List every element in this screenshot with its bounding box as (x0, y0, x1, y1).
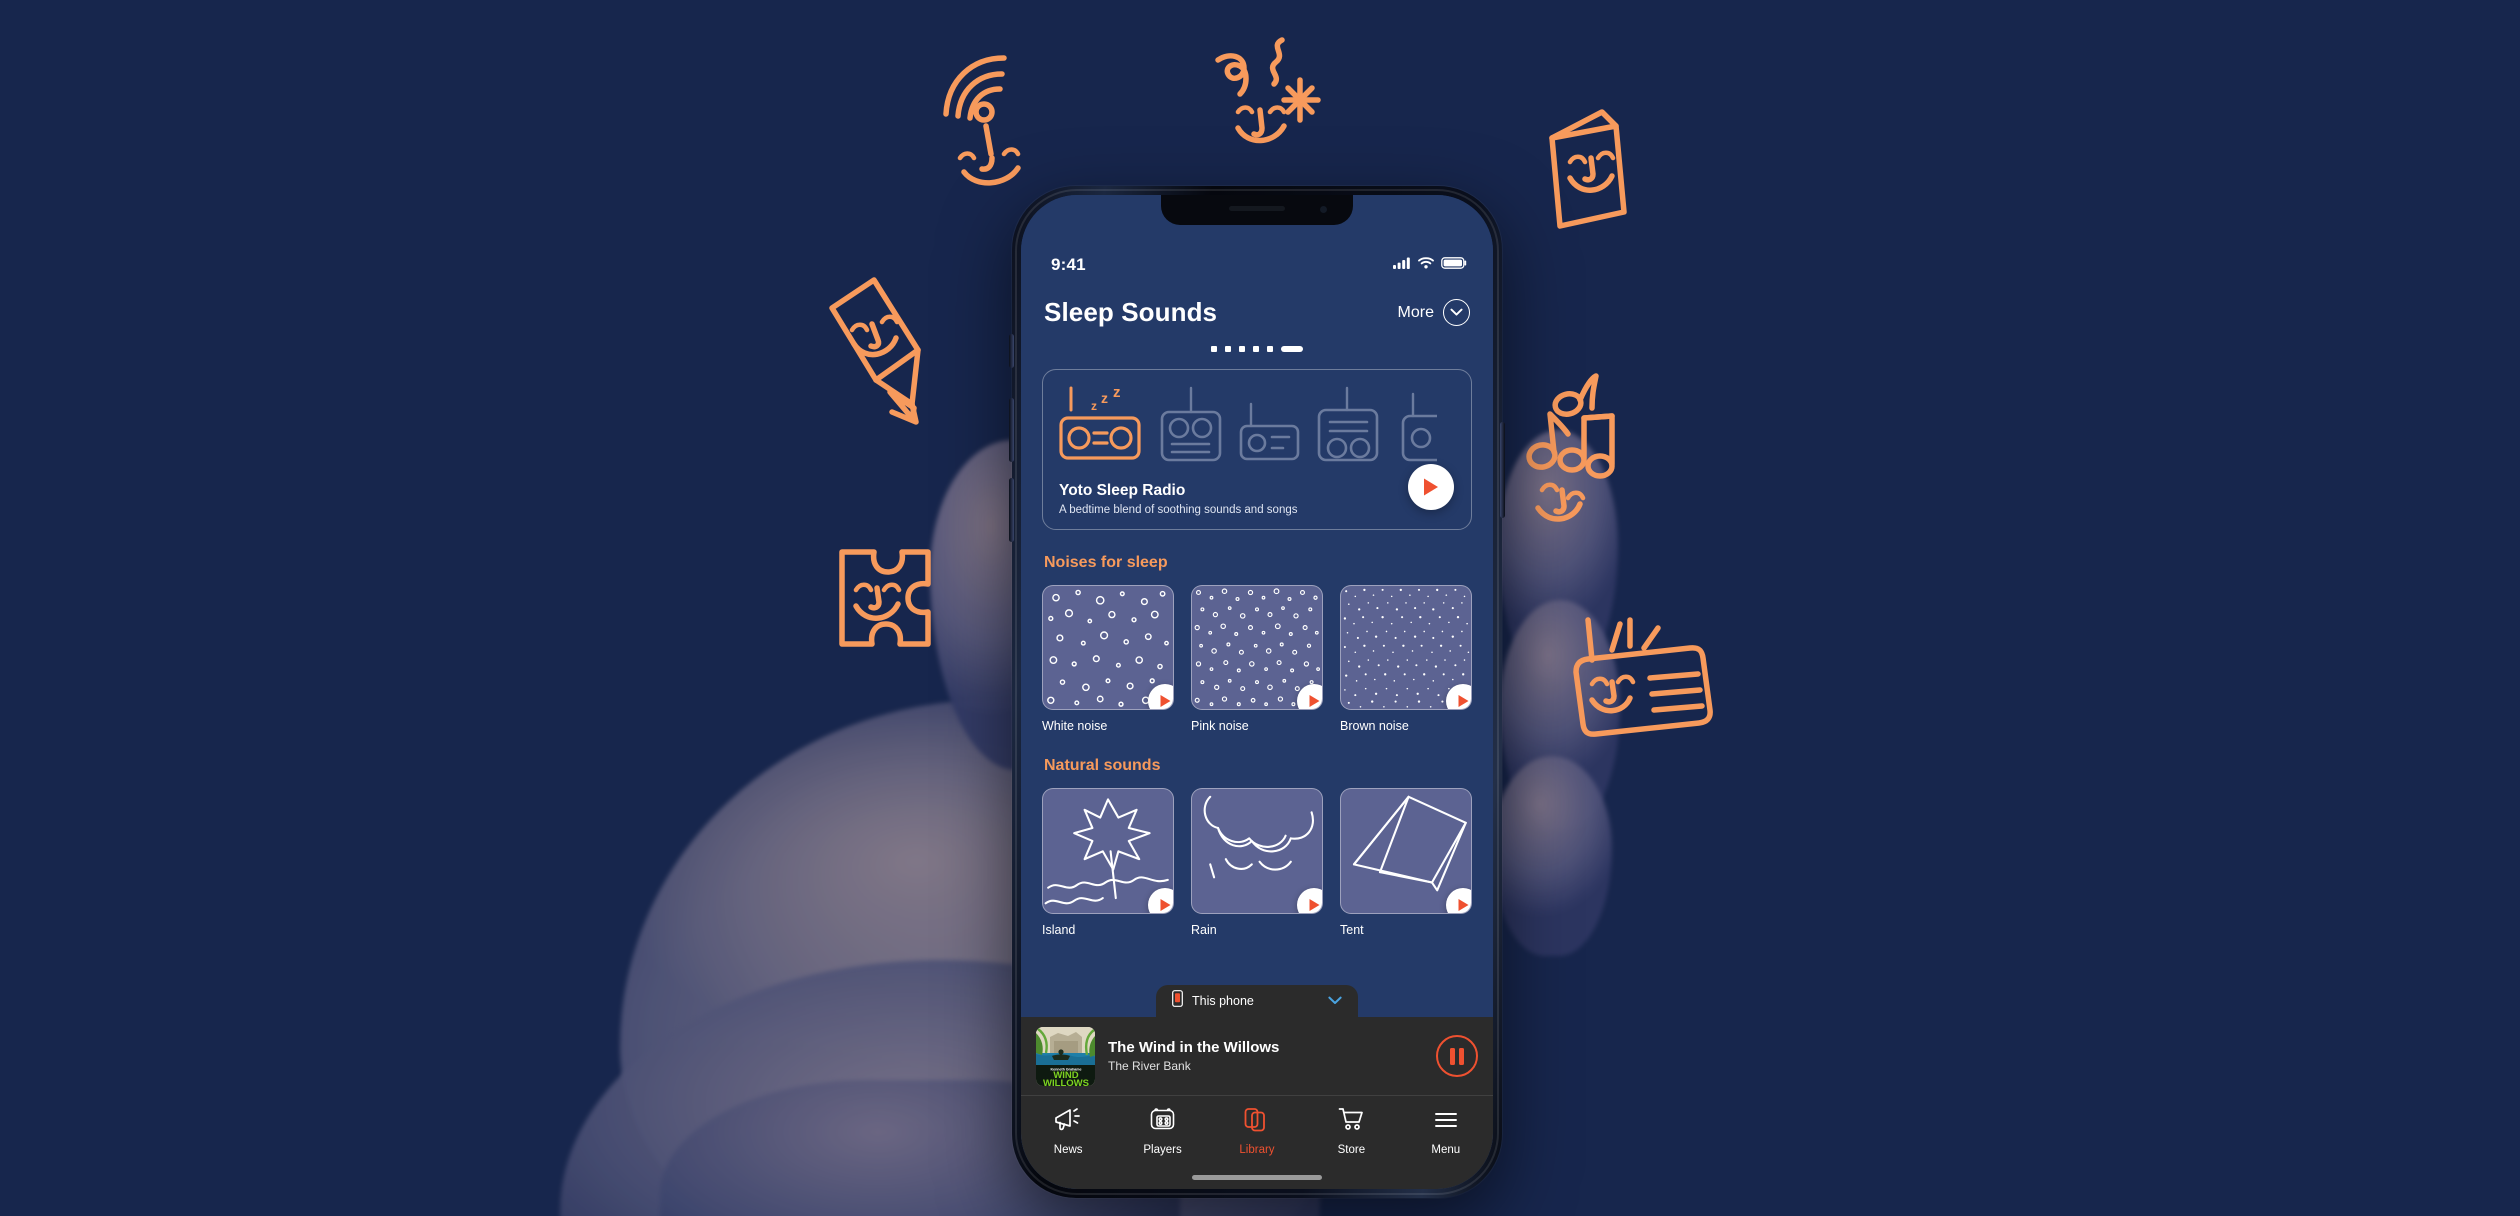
hamburger-menu-icon (1433, 1107, 1459, 1137)
play-icon (1458, 898, 1468, 911)
play-button[interactable] (1148, 684, 1173, 710)
noise-card-row: White noise Pink noise Brown noise (1042, 585, 1472, 733)
sound-card-label: Brown noise (1340, 719, 1409, 734)
now-playing-title: The Wind in the Willows (1108, 1039, 1280, 1056)
sound-card-label: Island (1042, 922, 1076, 937)
wifi-icon (1418, 256, 1434, 274)
sound-card-label: Pink noise (1191, 719, 1249, 734)
page-title: Sleep Sounds (1044, 297, 1218, 327)
tab-label: Menu (1431, 1144, 1461, 1156)
pagination-dots[interactable] (1042, 346, 1472, 352)
squiggle-sparkle-face-doodle (1200, 28, 1335, 153)
radio-illustration-active: z z z (1059, 386, 1141, 460)
play-button[interactable] (1297, 684, 1322, 710)
tab-players[interactable]: Players (1131, 1107, 1195, 1156)
svg-text:z: z (1113, 386, 1121, 401)
pause-button[interactable] (1436, 1035, 1478, 1077)
natural-card-row: Island Rain Tent (1042, 788, 1472, 937)
tab-store[interactable]: Store (1319, 1107, 1383, 1156)
status-bar: 9:41 (1021, 239, 1493, 283)
sound-card-tent[interactable]: Tent (1340, 788, 1472, 937)
cellular-signal-icon (1393, 256, 1411, 274)
page-dot[interactable] (1225, 346, 1231, 352)
page-dot[interactable] (1253, 346, 1259, 352)
chevron-down-icon (1443, 299, 1470, 326)
greeting-card-face-doodle (1540, 108, 1660, 243)
sound-card-label: Rain (1191, 922, 1217, 937)
play-icon (1160, 695, 1170, 708)
battery-icon (1441, 256, 1467, 274)
play-icon (1309, 898, 1319, 911)
album-cover: Kenneth Grahame WIND WILLOWS (1036, 1026, 1095, 1086)
section-heading-noises: Noises for sleep (1044, 554, 1168, 571)
shopping-cart-icon (1338, 1107, 1365, 1137)
phone-icon (1172, 990, 1183, 1012)
tab-label: Players (1143, 1144, 1182, 1156)
radio-waves-face-doodle (928, 36, 1058, 186)
featured-sleep-radio-card[interactable]: z z z Yoto Sleep Radio A bedtime blend o… (1042, 369, 1472, 530)
pause-icon (1450, 1047, 1455, 1065)
radio-illustration (1401, 392, 1437, 462)
now-playing-bar[interactable]: Kenneth Grahame WIND WILLOWS The Wind in… (1021, 1017, 1493, 1095)
page-dot[interactable] (1211, 346, 1217, 352)
yoto-player-icon (1149, 1107, 1176, 1137)
sleep-radio-illustration: z z z (1043, 382, 1471, 474)
cast-device-selector[interactable]: This phone (1156, 985, 1358, 1017)
sound-card-brown-noise[interactable]: Brown noise (1340, 585, 1472, 733)
play-icon (1309, 695, 1319, 708)
svg-text:z: z (1091, 399, 1097, 413)
play-button[interactable] (1446, 684, 1471, 710)
play-button[interactable] (1408, 464, 1454, 510)
chevron-down-icon (1328, 992, 1342, 1010)
sound-card-white-noise[interactable]: White noise (1042, 585, 1174, 733)
sound-card-label: White noise (1042, 719, 1108, 734)
sound-card-rain[interactable]: Rain (1191, 788, 1323, 937)
page-dot[interactable] (1239, 346, 1245, 352)
more-label: More (1397, 303, 1434, 321)
sound-card-label: Tent (1340, 922, 1364, 937)
svg-text:z: z (1101, 390, 1108, 406)
tab-label: News (1053, 1144, 1083, 1156)
feature-card-subtitle: A bedtime blend of soothing sounds and s… (1059, 504, 1298, 516)
tab-label: Store (1337, 1144, 1366, 1156)
cards-icon (1244, 1107, 1269, 1137)
music-notes-face-doodle (1512, 368, 1652, 538)
more-button[interactable]: More (1398, 299, 1470, 326)
phone-screen: 9:41 Sleep Sounds More z z z Yoto Sleep … (1021, 195, 1493, 1189)
page-dot[interactable] (1267, 346, 1273, 352)
home-indicator (1192, 1175, 1322, 1180)
sound-card-pink-noise[interactable]: Pink noise (1191, 585, 1323, 733)
radio-face-doodle (1568, 612, 1718, 752)
tab-menu[interactable]: Menu (1414, 1107, 1478, 1156)
pencil-face-doodle (820, 272, 935, 432)
sound-card-island[interactable]: Island (1042, 788, 1174, 937)
feature-card-title: Yoto Sleep Radio (1059, 482, 1186, 499)
play-icon (1160, 898, 1170, 911)
play-icon (1458, 695, 1468, 708)
tab-label: Library (1239, 1144, 1275, 1156)
radio-illustration (1239, 402, 1300, 461)
now-playing-subtitle: The River Bank (1108, 1059, 1191, 1073)
cast-device-label: This phone (1192, 994, 1254, 1008)
tab-library[interactable]: Library (1225, 1107, 1289, 1156)
megaphone-icon (1054, 1107, 1082, 1137)
phone-device: 9:41 Sleep Sounds More z z z Yoto Sleep … (1009, 186, 1505, 1198)
notch (1161, 195, 1353, 225)
svg-text:WILLOWS: WILLOWS (1043, 1078, 1089, 1086)
status-time: 9:41 (1051, 255, 1086, 274)
section-heading-natural: Natural sounds (1044, 757, 1161, 775)
screenshot-canvas: 9:41 Sleep Sounds More z z z Yoto Sleep … (0, 0, 2520, 1216)
radio-illustration (1160, 386, 1222, 462)
page-header: Sleep Sounds More (1042, 283, 1472, 328)
wind-in-the-willows-cover-art: Kenneth Grahame WIND WILLOWS (1036, 1026, 1095, 1086)
radio-illustration (1317, 386, 1379, 462)
puzzle-piece-face-doodle (828, 540, 948, 670)
page-dot-active[interactable] (1281, 346, 1303, 352)
tab-news[interactable]: News (1036, 1107, 1100, 1156)
play-icon (1424, 478, 1438, 496)
pause-icon (1459, 1047, 1464, 1065)
